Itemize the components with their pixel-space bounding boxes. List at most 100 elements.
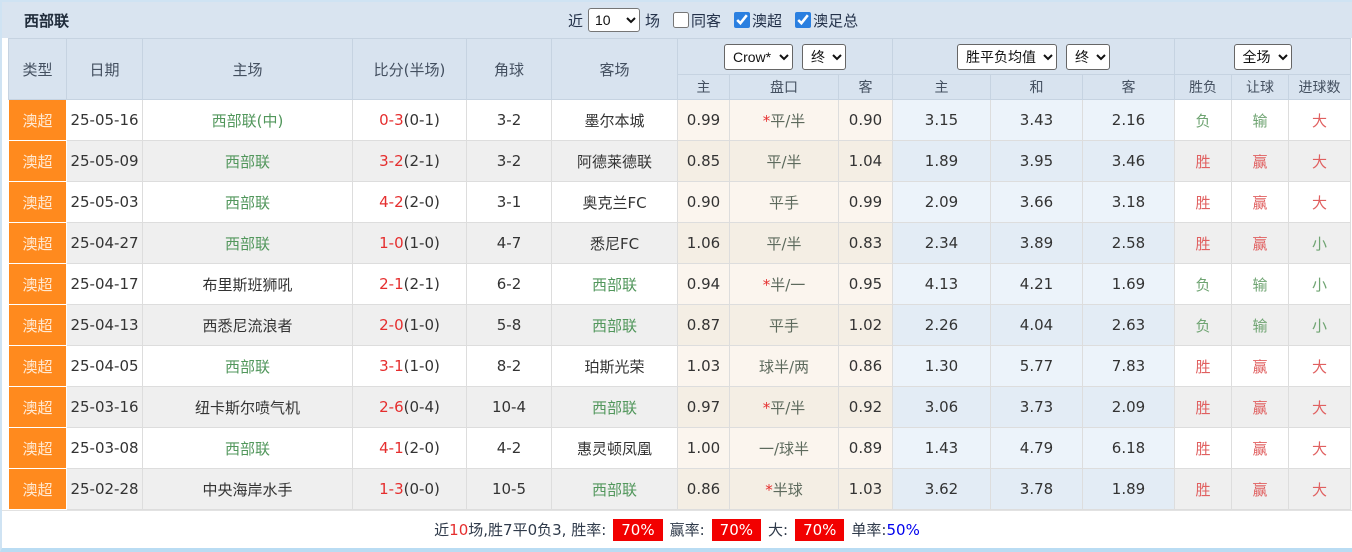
home-team-link[interactable]: 中央海岸水手: [202, 481, 292, 499]
league-cup-checkbox[interactable]: 澳足总: [795, 10, 858, 31]
away-team-cell: 西部联: [551, 263, 678, 305]
handicap-result-cell: 赢: [1231, 222, 1290, 264]
home-team-link[interactable]: 布里斯班狮吼: [202, 276, 292, 294]
avg-home-cell: 3.62: [892, 468, 991, 510]
winloss-cell: 负: [1174, 263, 1233, 305]
handicap-result-cell: 赢: [1231, 181, 1290, 223]
same-venue-checkbox[interactable]: 同客: [673, 10, 721, 31]
handicap-text: 平手: [768, 193, 799, 212]
away-team-link[interactable]: 西部联: [592, 317, 637, 335]
home-team-link[interactable]: 西悉尼流浪者: [202, 317, 292, 335]
odds-home-cell: 0.94: [677, 263, 730, 305]
cover-rate-label: 赢率:: [669, 521, 705, 539]
home-team-link[interactable]: 西部联(中): [212, 112, 284, 130]
league-cup-label: 澳足总: [813, 11, 859, 30]
avg-home-cell: 1.43: [892, 427, 991, 469]
odds-stage-select[interactable]: 终: [802, 43, 846, 70]
title-bar: 西部联 近 10 场 同客 澳超 澳足总: [2, 2, 1352, 38]
avg-draw-cell: 4.04: [990, 304, 1083, 346]
odds-home-cell: 1.03: [677, 345, 730, 387]
avg-away-cell: 2.58: [1081, 222, 1176, 264]
away-team-link[interactable]: 西部联: [592, 481, 637, 499]
corner-cell: 3-2: [466, 99, 552, 141]
score-cell: 4-2(2-0): [352, 181, 467, 223]
subcol-winloss: 胜负: [1174, 74, 1233, 100]
fulltime-score: 0-3: [379, 111, 404, 129]
winloss-cell: 胜: [1174, 140, 1233, 182]
footer-recent-count: 10: [449, 520, 469, 539]
avg-draw-cell: 3.73: [990, 386, 1083, 428]
league-a-checkbox[interactable]: 澳超: [734, 10, 782, 31]
handicap-result-cell: 赢: [1231, 427, 1290, 469]
odds-away-cell: 0.90: [838, 99, 893, 141]
odds-home-cell: 0.90: [677, 181, 730, 223]
handicap-cell: 平/半: [729, 140, 839, 182]
scope-select[interactable]: 全场: [1233, 43, 1292, 70]
odds-away-cell: 0.86: [838, 345, 893, 387]
odds-away-cell: 0.99: [838, 181, 893, 223]
halftime-score: (2-0): [403, 193, 440, 211]
league-a-checkbox-input[interactable]: [734, 12, 751, 28]
goals-result-cell: 大: [1288, 140, 1352, 182]
avg-home-cell: 1.30: [892, 345, 991, 387]
league-cell: 澳超: [8, 345, 67, 387]
avg-draw-cell: 3.89: [990, 222, 1083, 264]
away-team-link[interactable]: 西部联: [592, 399, 637, 417]
avg-home-cell: 2.26: [892, 304, 991, 346]
away-team-link[interactable]: 惠灵顿凤凰: [577, 440, 652, 458]
handicap-cell: 球半/两: [729, 345, 839, 387]
home-team-link[interactable]: 西部联: [225, 358, 270, 376]
fulltime-score: 2-1: [379, 275, 404, 293]
home-team-link[interactable]: 西部联: [225, 153, 270, 171]
home-team-cell: 布里斯班狮吼: [142, 263, 353, 305]
avg-home-cell: 3.06: [892, 386, 991, 428]
home-team-link[interactable]: 纽卡斯尔喷气机: [195, 399, 300, 417]
date-cell: 25-04-17: [66, 263, 143, 305]
halftime-score: (0-4): [403, 398, 440, 416]
avg-home-cell: 2.34: [892, 222, 991, 264]
handicap-text: 平手: [768, 316, 799, 335]
halftime-score: (1-0): [403, 316, 440, 334]
halftime-score: (2-0): [403, 439, 440, 457]
away-team-link[interactable]: 阿德莱德联: [577, 153, 652, 171]
home-team-link[interactable]: 西部联: [225, 440, 270, 458]
header-group-row: 类型 日期 主场 比分(半场) 角球 客场 Crow* 终 胜平负均值 终 全场: [8, 38, 1352, 100]
away-team-link[interactable]: 奥克兰FC: [582, 194, 646, 212]
home-team-link[interactable]: 西部联: [225, 235, 270, 253]
goals-result-cell: 小: [1288, 304, 1352, 346]
handicap-text: 平/半: [770, 398, 806, 417]
avg-draw-cell: 3.95: [990, 140, 1083, 182]
home-team-cell: 中央海岸水手: [142, 468, 353, 510]
col-home: 主场: [142, 38, 353, 100]
handicap-result-cell: 输: [1231, 99, 1290, 141]
handicap-result-cell: 赢: [1231, 140, 1290, 182]
league-cup-checkbox-input[interactable]: [795, 12, 812, 28]
away-team-link[interactable]: 墨尔本城: [584, 112, 644, 130]
away-team-link[interactable]: 珀斯光荣: [584, 358, 644, 376]
winloss-cell: 负: [1174, 99, 1233, 141]
avg-stage-select[interactable]: 终: [1066, 43, 1110, 70]
bookmaker-select[interactable]: Crow*: [724, 43, 793, 70]
recent-count-select[interactable]: 10: [588, 8, 641, 32]
winloss-cell: 胜: [1174, 427, 1233, 469]
halftime-score: (0-0): [403, 480, 440, 498]
handicap-cell: 平手: [729, 181, 839, 223]
goals-result-cell: 大: [1288, 345, 1352, 387]
subcol-avg-draw: 和: [990, 74, 1083, 100]
handicap-text: 半球: [772, 480, 803, 499]
avg-draw-cell: 5.77: [990, 345, 1083, 387]
table-row: 澳超 25-05-03 西部联 4-2(2-0) 3-1 奥克兰FC 0.90 …: [8, 181, 1352, 223]
avg-away-cell: 6.18: [1081, 427, 1176, 469]
goals-result-cell: 小: [1288, 263, 1352, 305]
same-venue-checkbox-input[interactable]: [673, 12, 690, 28]
date-cell: 25-04-13: [66, 304, 143, 346]
fulltime-score: 1-0: [379, 234, 404, 252]
away-team-link[interactable]: 悉尼FC: [590, 235, 639, 253]
home-team-link[interactable]: 西部联: [225, 194, 270, 212]
avg-odds-select[interactable]: 胜平负均值: [957, 43, 1057, 70]
away-team-link[interactable]: 西部联: [592, 276, 637, 294]
league-cell: 澳超: [8, 427, 67, 469]
table-row: 澳超 25-05-09 西部联 3-2(2-1) 3-2 阿德莱德联 0.85 …: [8, 140, 1352, 182]
over-rate-badge: 70%: [795, 518, 845, 541]
odds-home-cell: 0.97: [677, 386, 730, 428]
